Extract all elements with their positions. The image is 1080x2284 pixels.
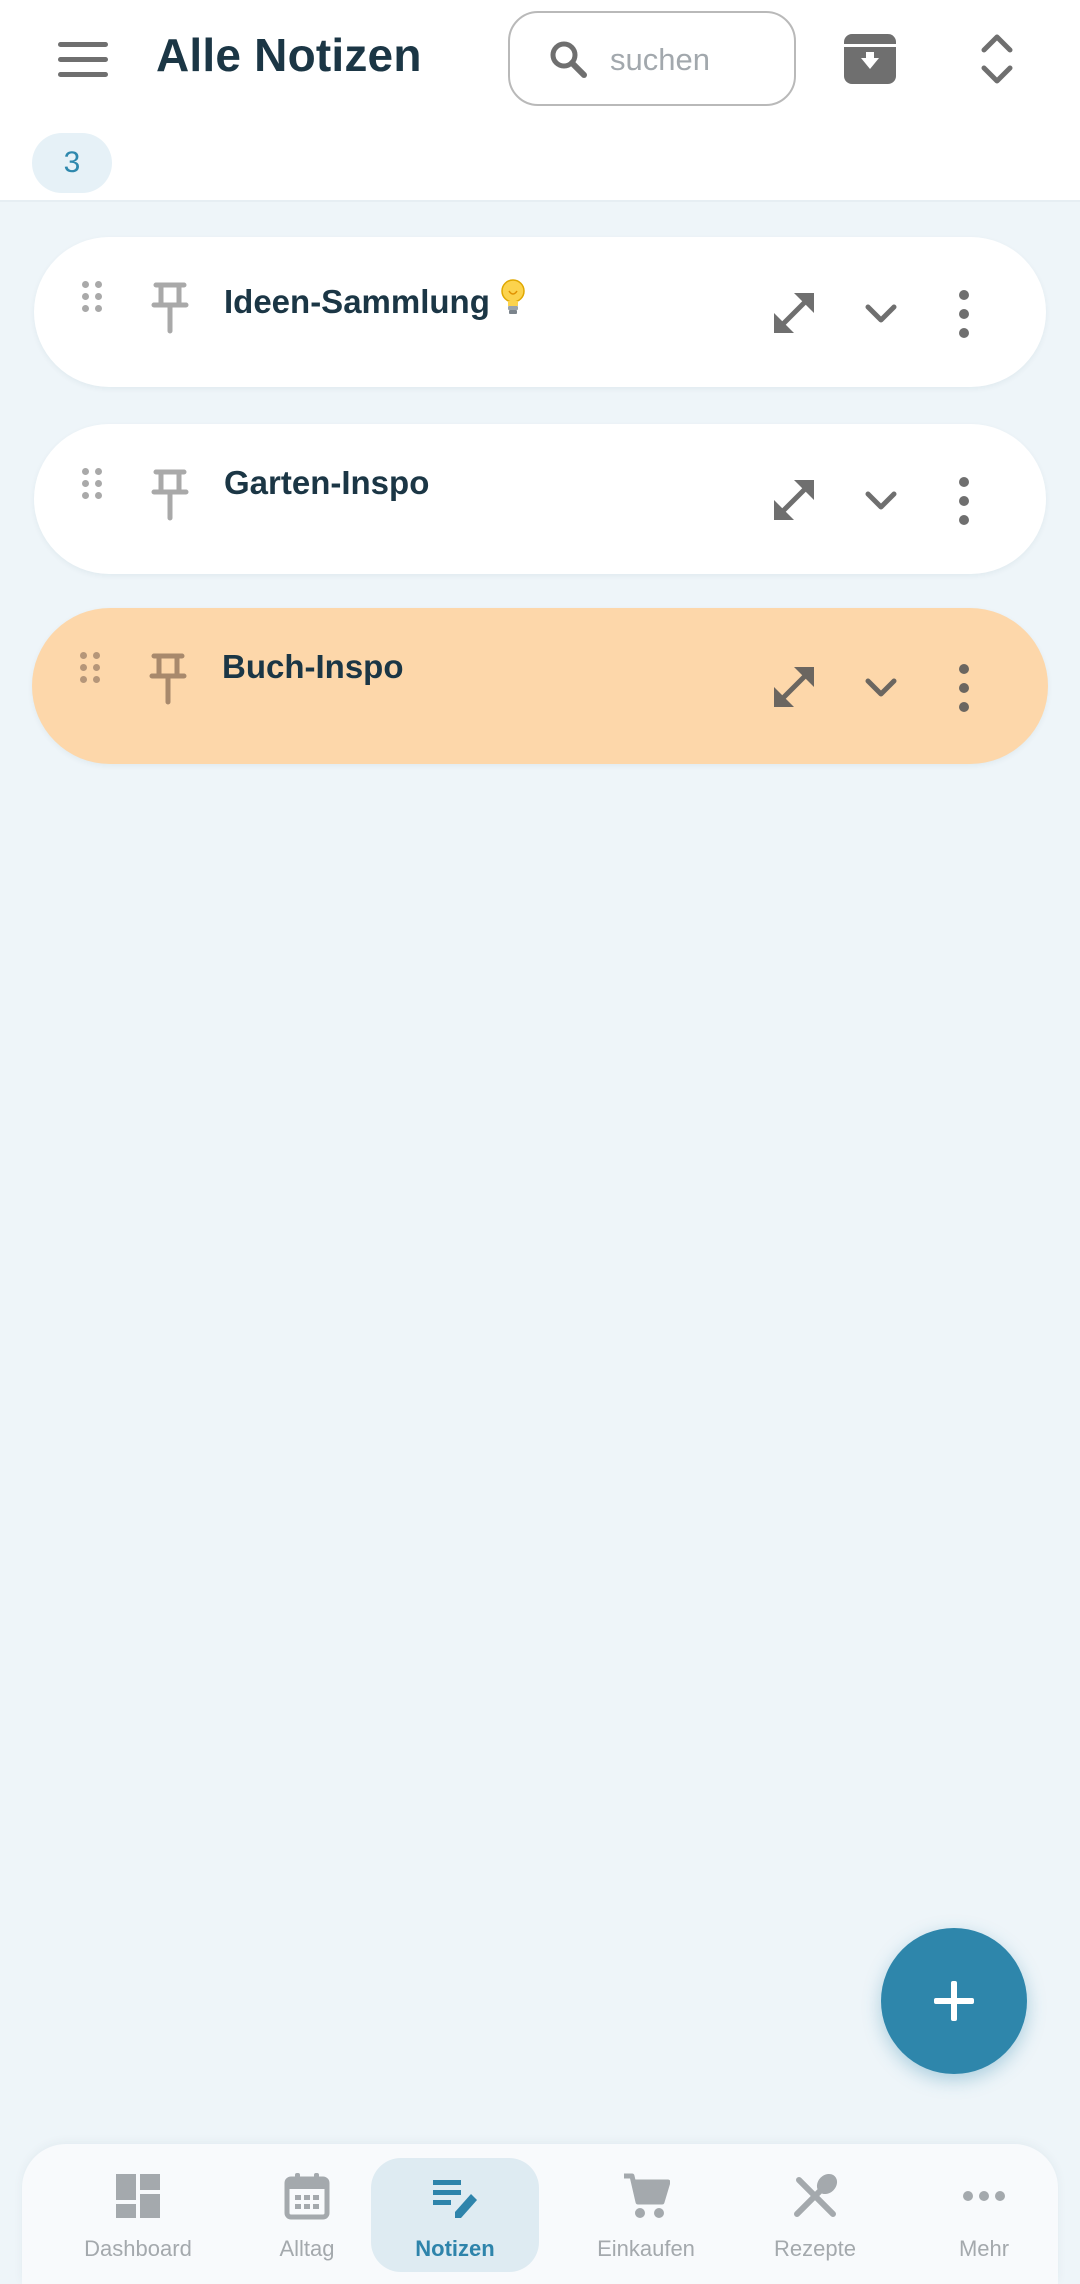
more-vertical-icon[interactable]: [956, 476, 972, 526]
utensils-icon: [794, 2173, 838, 2217]
nav-item-einkaufen[interactable]: Einkaufen: [562, 2158, 730, 2272]
note-title: Ideen-Sammlung: [224, 277, 528, 321]
nav-item-dashboard[interactable]: Dashboard: [54, 2158, 222, 2272]
nav-label: Alltag: [279, 2236, 335, 2261]
note-card[interactable]: Garten-Inspo: [34, 424, 1046, 574]
dashboard-icon: [116, 2174, 160, 2218]
nav-item-notizen[interactable]: Notizen: [371, 2158, 539, 2272]
expand-icon[interactable]: [770, 476, 818, 524]
collapse-all-icon[interactable]: [978, 30, 1016, 88]
search-input[interactable]: [610, 35, 780, 85]
expand-icon[interactable]: [770, 289, 818, 337]
pin-icon[interactable]: [150, 468, 190, 522]
top-app-bar: Alle Notizen 3: [0, 0, 1080, 202]
app: Alle Notizen 3: [0, 0, 1080, 2284]
page-title: Alle Notizen: [156, 29, 422, 81]
search-icon: [550, 41, 587, 78]
expand-icon[interactable]: [770, 663, 818, 711]
lightbulb-emoji-icon: [501, 279, 525, 314]
drag-handle-icon[interactable]: [80, 652, 104, 686]
nav-label: Rezepte: [774, 2236, 856, 2261]
pin-icon[interactable]: [148, 652, 188, 706]
note-title: Buch-Inspo: [222, 648, 404, 685]
notes-icon: [433, 2180, 477, 2218]
note-card[interactable]: Buch-Inspo: [32, 608, 1048, 764]
nav-label: Dashboard: [84, 2236, 192, 2261]
add-note-button[interactable]: [881, 1928, 1027, 2074]
chevron-down-icon[interactable]: [864, 677, 898, 699]
nav-label: Einkaufen: [597, 2236, 695, 2261]
nav-label: Mehr: [958, 2236, 1010, 2261]
chevron-down-icon[interactable]: [864, 490, 898, 512]
calendar-icon: [284, 2173, 330, 2220]
nav-item-alltag[interactable]: Alltag: [223, 2158, 391, 2272]
note-card[interactable]: Ideen-Sammlung: [34, 237, 1046, 387]
nav-item-rezepte[interactable]: Rezepte: [731, 2158, 899, 2272]
more-vertical-icon[interactable]: [956, 663, 972, 713]
more-horizontal-icon: [963, 2191, 1005, 2201]
notes-count-badge: 3: [32, 133, 112, 193]
search-box[interactable]: [508, 11, 796, 106]
drag-handle-icon[interactable]: [82, 468, 106, 502]
more-vertical-icon[interactable]: [956, 289, 972, 339]
bottom-navigation: Dashboard Alltag Notizen Einkaufen Rezep…: [22, 2144, 1058, 2284]
cart-icon: [624, 2173, 670, 2218]
drag-handle-icon[interactable]: [82, 281, 106, 315]
archive-icon[interactable]: [842, 32, 898, 86]
note-title: Garten-Inspo: [224, 464, 430, 501]
chevron-down-icon[interactable]: [864, 303, 898, 325]
pin-icon[interactable]: [150, 281, 190, 335]
hamburger-menu-icon[interactable]: [58, 38, 110, 82]
nav-label: Notizen: [415, 2236, 495, 2261]
nav-item-mehr[interactable]: Mehr: [900, 2158, 1068, 2272]
